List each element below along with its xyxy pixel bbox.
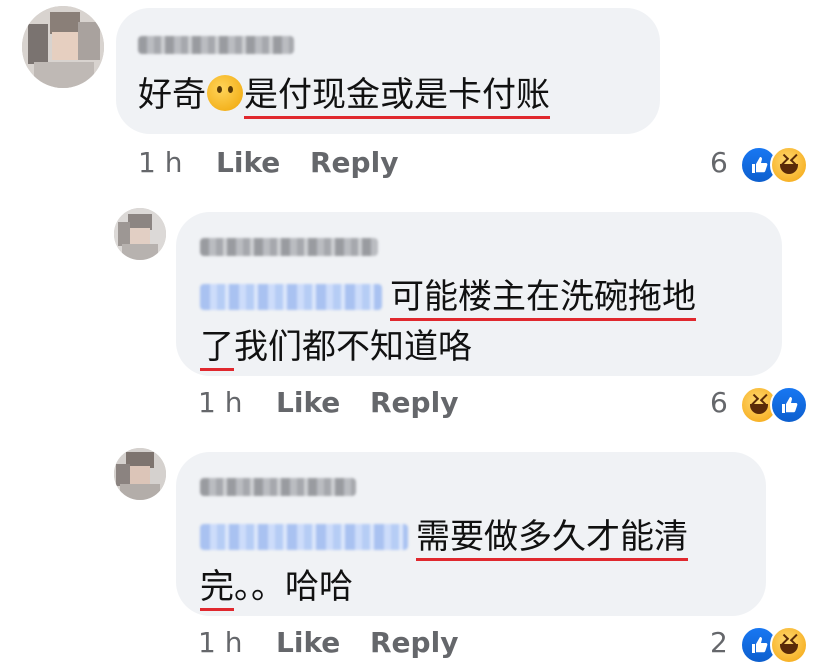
comment-actions: 1 h Like Reply [138,146,438,182]
comment-bubble: 可能楼主在洗碗拖地 了我们都不知道咯 [176,212,782,376]
reaction-summary[interactable]: 2 [708,626,808,664]
reply-button[interactable]: Reply [370,386,458,419]
mentioned-user-redacted[interactable] [200,284,382,310]
comment-text-line: 可能楼主在洗碗拖地 [390,274,696,321]
commenter-name-redacted[interactable] [200,238,378,256]
comment-text-underlined: 完 [200,567,234,611]
comment-timestamp[interactable]: 1 h [138,146,182,179]
comment-text-underlined: 可能楼主在洗碗拖地 [390,277,696,321]
like-button[interactable]: Like [276,386,340,419]
haha-reaction-icon [770,146,808,184]
like-button[interactable]: Like [216,146,280,179]
comment-bubble: 好奇 是付现金或是卡付账 [116,8,660,134]
like-button[interactable]: Like [276,626,340,659]
comment-text-part: 我们都不知道咯 [234,327,472,367]
like-reaction-icon [770,386,808,424]
comment-timestamp[interactable]: 1 h [198,386,242,419]
comment-text-part: 好奇 [138,75,206,115]
haha-reaction-icon [770,626,808,664]
reaction-summary[interactable]: 6 [708,386,808,424]
comment-actions: 1 h Like Reply [198,386,498,422]
reply-button[interactable]: Reply [310,146,398,179]
comment-text-underlined: 需要做多久才能清 [416,517,688,561]
commenter-avatar[interactable] [114,448,166,500]
comment-text-line: 需要做多久才能清 [416,514,688,561]
comment-timestamp[interactable]: 1 h [198,626,242,659]
comment-text-underlined: 了 [200,327,234,371]
thinking-face-emoji-icon [207,75,243,111]
comment-text-underlined: 是付现金或是卡付账 [244,75,550,119]
commenter-name-redacted[interactable] [200,478,356,496]
reaction-count: 6 [710,386,728,419]
reply-button[interactable]: Reply [370,626,458,659]
commenter-avatar[interactable] [22,6,104,88]
commenter-avatar[interactable] [114,208,166,260]
reaction-count: 6 [710,146,728,179]
comment-bubble: 需要做多久才能清 完。。哈哈 [176,452,766,616]
commenter-name-redacted[interactable] [138,36,294,54]
reaction-count: 2 [710,626,728,659]
reaction-summary[interactable]: 6 [708,146,808,184]
comment-actions: 1 h Like Reply [198,626,498,662]
comment-text-line: 了我们都不知道咯 [200,324,472,371]
comment-text: 好奇 是付现金或是卡付账 [138,72,550,119]
comment-text-line: 完。。哈哈 [200,564,353,611]
comment-text-part: 。。哈哈 [234,567,353,607]
mentioned-user-redacted[interactable] [200,524,408,550]
